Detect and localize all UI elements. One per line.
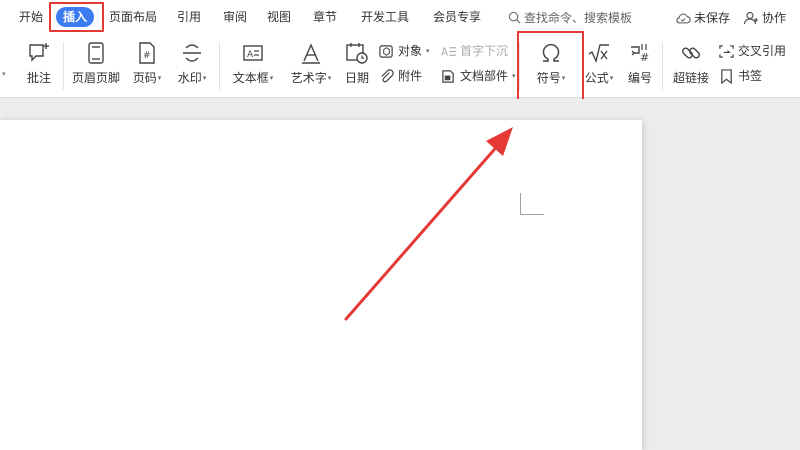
header-footer-label: 页眉页脚 <box>71 71 120 85</box>
svg-text:#: # <box>640 51 649 64</box>
watermark-icon <box>183 44 201 62</box>
wordart-button[interactable]: 艺术字▾ <box>287 40 335 92</box>
object-button[interactable]: 对象 ▾ <box>378 43 430 59</box>
tab-review[interactable]: 审阅 <box>223 9 247 25</box>
drop-cap-icon: A <box>441 46 456 58</box>
object-label: 对象 <box>398 44 423 58</box>
save-status-label: 未保存 <box>694 11 731 25</box>
calendar-clock-icon <box>346 43 368 64</box>
numbering-button[interactable]: # 编号 <box>625 40 655 92</box>
attachment-button[interactable]: 附件 <box>378 68 422 84</box>
tab-developer-tools[interactable]: 开发工具 <box>361 9 409 25</box>
document-page[interactable] <box>0 120 642 450</box>
wordart-icon <box>302 43 320 64</box>
menu-bar: 开始 插入 页面布局 引用 审阅 视图 章节 开发工具 会员专享 查找命令、搜索… <box>0 0 800 34</box>
page-number-icon: # <box>139 42 155 64</box>
header-footer-icon <box>88 42 104 64</box>
numbering-icon: # <box>631 44 649 64</box>
tab-member[interactable]: 会员专享 <box>433 9 481 25</box>
hyperlink-label: 超链接 <box>672 71 709 85</box>
comment-button[interactable]: 批注 <box>22 40 56 92</box>
search-icon <box>508 11 521 24</box>
page-number-button[interactable]: # 页码▾ <box>129 40 165 92</box>
command-search[interactable]: 查找命令、搜索模板 <box>508 9 632 26</box>
save-status-button[interactable]: 未保存 <box>675 9 730 26</box>
drop-cap-label: 首字下沉 <box>460 44 509 58</box>
bookmark-button[interactable]: 书签 <box>718 68 762 84</box>
paperclip-icon <box>381 68 394 82</box>
tab-references[interactable]: 引用 <box>177 9 201 25</box>
tab-view[interactable]: 视图 <box>267 9 291 25</box>
collaborate-label: 协作 <box>762 11 787 25</box>
formula-button[interactable]: 公式▾ <box>582 40 616 92</box>
wordart-label: 艺术字 <box>290 71 327 85</box>
ribbon-divider <box>219 42 220 90</box>
textbox-icon: A <box>243 45 263 61</box>
insert-ribbon: ▾ 批注 页眉页脚 # 页码▾ 水印▾ A 文本框▾ 艺术字▾ 日期 对象 ▾ 附… <box>0 34 800 98</box>
header-footer-button[interactable]: 页眉页脚 <box>70 40 122 92</box>
textbox-button[interactable]: A 文本框▾ <box>229 40 277 92</box>
search-placeholder: 查找命令、搜索模板 <box>524 11 633 25</box>
formula-icon <box>588 44 609 64</box>
formula-label: 公式 <box>584 71 609 85</box>
page-number-dropdown-icon[interactable]: ▾ <box>158 74 162 82</box>
ribbon-divider <box>662 42 663 90</box>
drop-cap-button[interactable]: A 首字下沉 <box>440 43 508 59</box>
watermark-button[interactable]: 水印▾ <box>174 40 210 92</box>
doc-parts-button[interactable]: 文档部件 ▾ <box>440 68 516 84</box>
cross-reference-button[interactable]: 交叉引用 <box>718 43 786 59</box>
scroll-left-arrow-icon[interactable]: ▾ <box>2 70 6 78</box>
bookmark-icon <box>721 68 732 84</box>
ribbon-divider <box>63 42 64 90</box>
collaborate-button[interactable]: 协作 <box>743 9 786 26</box>
object-icon <box>379 44 393 58</box>
comment-label: 批注 <box>26 71 51 85</box>
doc-parts-dropdown-icon[interactable]: ▾ <box>512 68 516 84</box>
textbox-dropdown-icon[interactable]: ▾ <box>270 74 274 82</box>
attachment-label: 附件 <box>398 69 423 83</box>
tab-page-layout[interactable]: 页面布局 <box>109 9 157 25</box>
page-number-label: 页码 <box>132 71 157 85</box>
watermark-label: 水印 <box>177 71 202 85</box>
cross-reference-icon <box>719 44 734 58</box>
tab-home[interactable]: 开始 <box>19 9 43 25</box>
svg-text:A: A <box>441 46 448 58</box>
watermark-dropdown-icon[interactable]: ▾ <box>203 74 207 82</box>
date-button[interactable]: 日期 <box>343 40 371 92</box>
cross-reference-label: 交叉引用 <box>738 44 787 58</box>
formula-dropdown-icon[interactable]: ▾ <box>610 74 614 82</box>
svg-text:#: # <box>143 51 151 61</box>
date-label: 日期 <box>344 71 369 85</box>
wordart-dropdown-icon[interactable]: ▾ <box>328 74 332 82</box>
cloud-icon <box>676 13 691 23</box>
numbering-label: 编号 <box>627 71 652 85</box>
page-margin-marker <box>520 193 544 215</box>
bookmark-label: 书签 <box>738 69 763 83</box>
tab-sections[interactable]: 章节 <box>313 9 337 25</box>
doc-parts-label: 文档部件 <box>460 69 509 83</box>
link-icon <box>682 47 700 59</box>
doc-parts-icon <box>442 69 454 83</box>
svg-text:A: A <box>247 50 254 60</box>
insert-tab-highlight <box>49 2 104 32</box>
textbox-label: 文本框 <box>232 71 269 85</box>
object-dropdown-icon[interactable]: ▾ <box>426 43 430 59</box>
hyperlink-button[interactable]: 超链接 <box>671 40 711 92</box>
user-icon <box>743 11 758 24</box>
comment-icon <box>29 43 49 62</box>
